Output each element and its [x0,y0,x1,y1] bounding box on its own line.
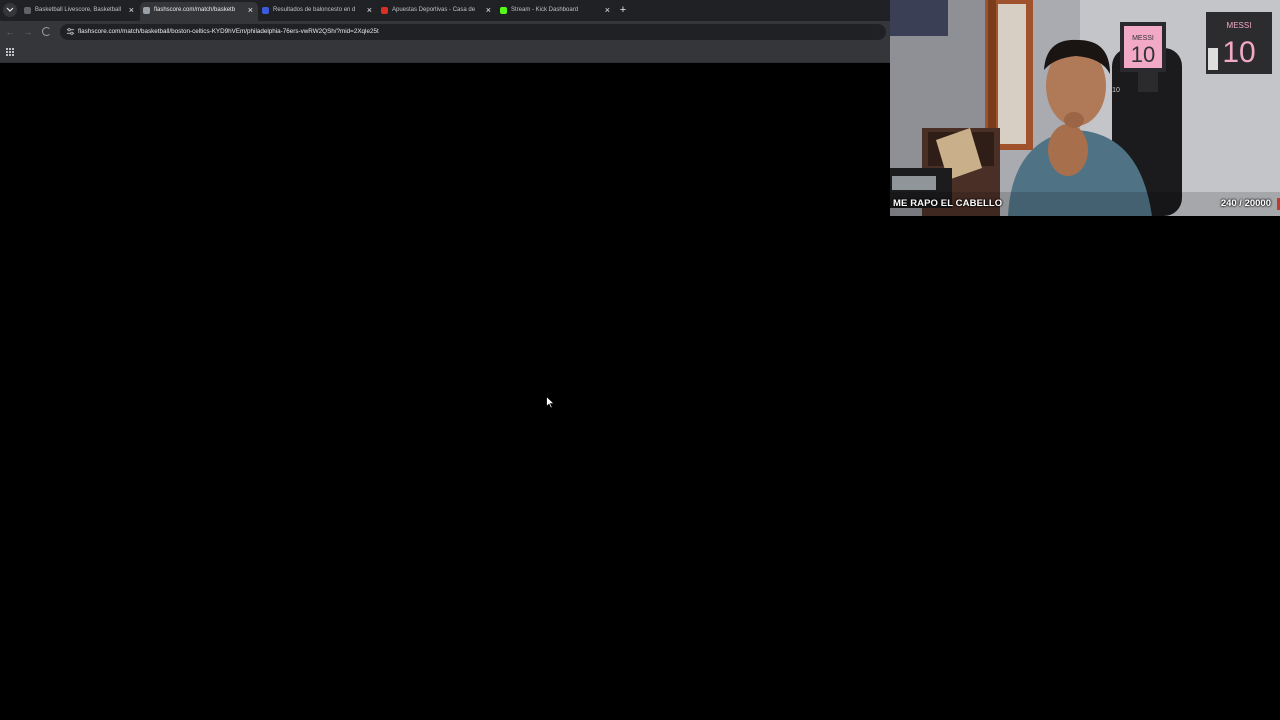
tab-favicon-icon [143,7,150,14]
browser-tab[interactable]: Basketball Livescore, Basketball × [21,2,139,21]
browser-tab[interactable]: Stream - Kick Dashboard × [497,2,615,21]
tab-title: flashscore.com/match/basketb [154,7,236,13]
browser-toolbar: ← → flashscore.com/match/basketball/bost… [0,21,890,43]
poster-number-1: 10 [1131,42,1155,67]
tab-search-button[interactable] [3,3,17,17]
address-bar[interactable]: flashscore.com/match/basketball/boston-c… [60,24,886,40]
tab-favicon-icon [262,7,269,14]
url-text[interactable]: flashscore.com/match/basketball/boston-c… [78,24,379,40]
tab-favicon-icon [500,7,507,14]
apps-grid-icon[interactable] [6,48,14,56]
stream-title: ME RAPO EL CABELLO [893,198,1003,209]
tab-close-icon[interactable]: × [367,2,372,19]
tab-close-icon[interactable]: × [605,2,610,19]
arrow-right-icon: → [23,27,33,37]
browser-tab[interactable]: flashscore.com/match/basketb × [140,2,258,21]
poster-number-2: 10 [1222,36,1255,69]
poster-label-2: MESSI [1227,21,1252,30]
forward-button[interactable]: → [21,25,35,39]
mouse-cursor-icon [546,396,555,409]
tab-close-icon[interactable]: × [486,2,491,19]
goal-counter: 240 / 20000 [1220,198,1271,209]
arrow-left-icon: ← [5,27,15,37]
bookmarks-bar [0,43,890,63]
tab-close-icon[interactable]: × [248,2,253,19]
tune-icon[interactable] [66,27,75,36]
poster-label-1: MESSI [1132,35,1154,42]
new-tab-button[interactable]: + [617,2,629,19]
tab-title: Apuestas Deportivas - Casa de [392,7,476,13]
tab-title: Basketball Livescore, Basketball [35,7,121,13]
tab-strip: Basketball Livescore, Basketball × flashsc… [0,0,890,21]
chair-number: 10 [1112,87,1120,94]
tab-title: Stream - Kick Dashboard [511,7,579,13]
webcam-video-scene: MESSI 10 MESSI 10 10 [890,0,1280,216]
webcam-overlay: MESSI 10 MESSI 10 10 ME RAPO EL CABELLO … [890,0,1280,216]
browser-tab[interactable]: Resultados de baloncesto en d × [259,2,377,21]
loading-spinner-icon [42,27,51,36]
chevron-down-icon [6,7,14,12]
page-content[interactable] [0,63,890,720]
tab-favicon-icon [24,7,31,14]
tab-close-icon[interactable]: × [129,2,134,19]
browser-tab[interactable]: Apuestas Deportivas - Casa de × [378,2,496,21]
tab-favicon-icon [381,7,388,14]
tab-title: Resultados de baloncesto en d [273,7,356,13]
back-button[interactable]: ← [3,25,17,39]
